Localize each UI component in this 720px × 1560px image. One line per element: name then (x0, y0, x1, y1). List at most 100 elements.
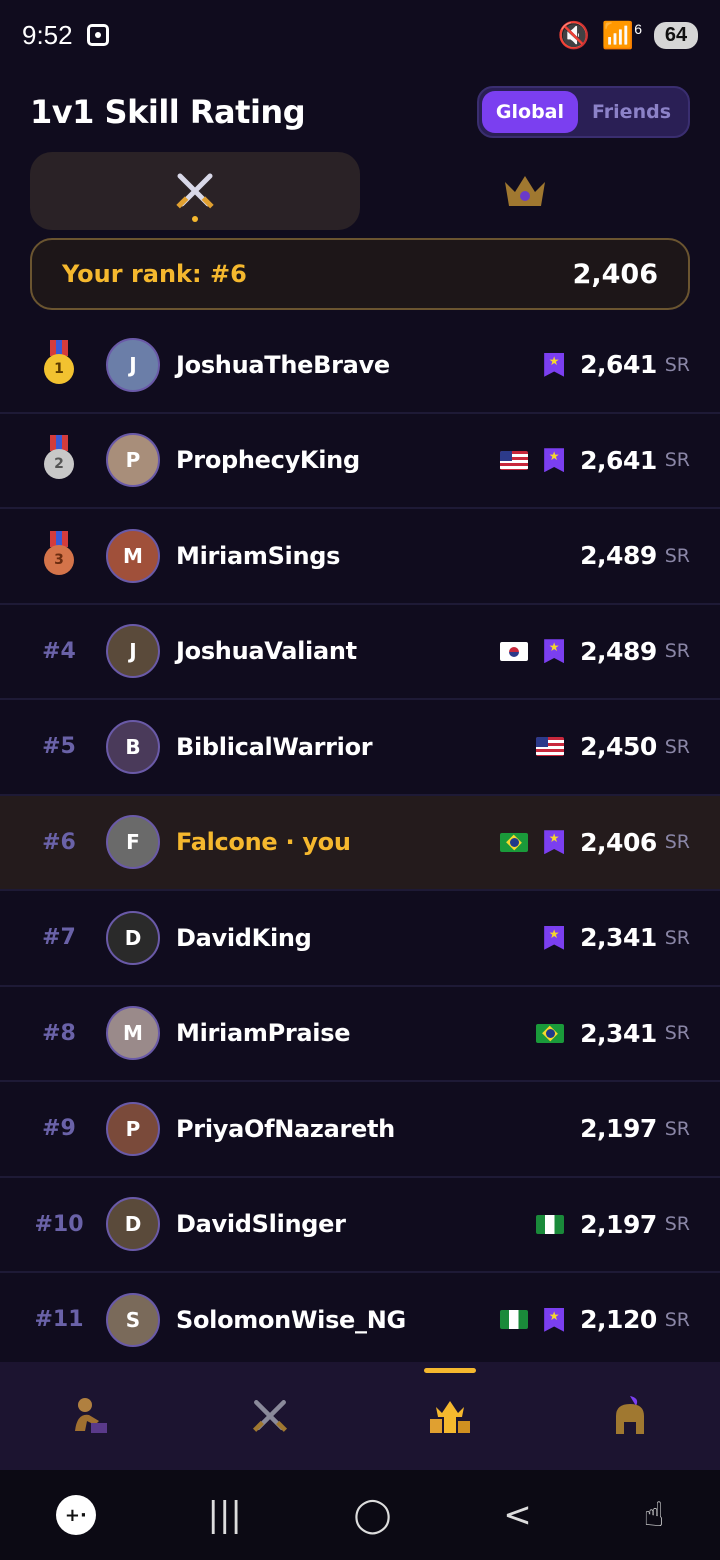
premium-badge-icon: ★ (544, 639, 565, 664)
touch-lock-icon[interactable]: ☝ (643, 1495, 664, 1535)
recents-button[interactable]: ||| (208, 1495, 242, 1535)
player-name: SolomonWise_NG (176, 1305, 406, 1334)
player-name: DavidKing (176, 923, 312, 952)
medal-number: 3 (44, 544, 74, 575)
flag-us-icon (500, 450, 529, 470)
avatar[interactable]: F (106, 815, 160, 870)
crown-trophy-icon (430, 1401, 470, 1433)
flag-ng-icon (500, 1310, 529, 1330)
avatar[interactable]: J (106, 624, 160, 679)
player-name: BiblicalWarrior (176, 732, 373, 761)
avatar[interactable]: M (106, 1006, 160, 1061)
rank-position: #4 (0, 639, 118, 664)
silver-medal-icon: 2 (44, 435, 74, 480)
status-icons: 🔇 📶 6 64 (557, 20, 698, 51)
avatar[interactable]: P (106, 433, 160, 488)
tab-1v1-battle[interactable] (30, 152, 360, 230)
row-stats: 2,341 SR (536, 1019, 690, 1048)
rank-position: 1 (0, 339, 118, 390)
mode-tabs (30, 152, 690, 230)
status-bar: 9:52 🔇 📶 6 64 (0, 0, 720, 70)
row-stats: 2,489 SR (580, 541, 690, 570)
score-unit: SR (664, 640, 690, 663)
nav-battle[interactable] (180, 1362, 360, 1470)
skill-rating-score: 2,641 (580, 445, 657, 475)
player-name: MiriamPraise (176, 1019, 351, 1048)
skill-rating-score: 2,197 (580, 1114, 657, 1144)
player-name: DavidSlinger (176, 1210, 346, 1239)
rank-position: #5 (0, 734, 118, 759)
avatar[interactable]: J (106, 337, 160, 392)
leaderboard-row[interactable]: #5 B BiblicalWarrior 2,450 SR (0, 700, 720, 796)
score-unit: SR (664, 1117, 690, 1140)
rank-position: #11 (0, 1307, 118, 1332)
score-unit: SR (664, 1022, 690, 1045)
row-stats: ★ 2,489 SR (500, 637, 690, 666)
player-name: MiriamSings (176, 541, 341, 570)
avatar[interactable]: D (106, 910, 160, 965)
leaderboard-row[interactable]: 3 M MiriamSings 2,489 SR (0, 509, 720, 605)
row-stats: ★ 2,341 SR (544, 923, 690, 952)
skill-rating-score: 2,489 (580, 541, 657, 571)
nav-profile[interactable] (540, 1362, 720, 1470)
home-button[interactable]: ◯ (354, 1495, 392, 1535)
leaderboard-row[interactable]: 2 P ProphecyKing ★ 2,641 SR (0, 414, 720, 509)
rank-number: #8 (42, 1020, 76, 1046)
tab-global[interactable]: Global (481, 91, 579, 133)
premium-badge-icon: ★ (544, 830, 565, 855)
rank-position: 2 (0, 435, 118, 485)
avatar[interactable]: S (106, 1292, 160, 1347)
reader-icon (75, 1398, 107, 1433)
active-indicator (424, 1368, 476, 1373)
premium-badge-icon: ★ (544, 448, 565, 473)
network-label: 6 (634, 21, 642, 37)
flag-br-icon (536, 1023, 565, 1043)
medal-number: 2 (44, 449, 74, 480)
rank-number: #5 (42, 734, 76, 760)
skill-rating-score: 2,641 (580, 350, 657, 380)
player-name: Falcone · you (176, 828, 351, 857)
row-stats: ★ 2,641 SR (500, 446, 690, 475)
rank-number: #6 (42, 829, 76, 855)
avatar[interactable]: P (106, 1101, 160, 1156)
score-unit: SR (664, 831, 690, 854)
back-button[interactable]: < (503, 1495, 532, 1535)
leaderboard-row[interactable]: #9 P PriyaOfNazareth 2,197 SR (0, 1082, 720, 1178)
your-rank-label: Your rank: #6 (62, 260, 247, 288)
game-launcher-icon[interactable]: +· (55, 1495, 96, 1535)
avatar[interactable]: M (106, 528, 160, 583)
skill-rating-score: 2,406 (580, 827, 657, 857)
gold-medal-icon: 1 (44, 339, 74, 384)
flag-us-icon (536, 737, 565, 757)
rank-number: #10 (34, 1211, 84, 1237)
system-nav-bar: +· ||| ◯ < ☝ (0, 1470, 720, 1560)
player-name: PriyaOfNazareth (176, 1114, 395, 1143)
row-stats: 2,450 SR (536, 732, 690, 761)
row-stats: ★ 2,641 SR (544, 350, 690, 379)
flag-br-icon (500, 832, 529, 852)
leaderboard-row-self[interactable]: #6 F Falcone · you ★ 2,406 SR (0, 795, 720, 891)
score-unit: SR (664, 735, 690, 758)
player-name: ProphecyKing (176, 446, 360, 475)
leaderboard-row[interactable]: #10 D DavidSlinger 2,197 SR (0, 1178, 720, 1273)
rank-position: #10 (0, 1212, 118, 1237)
leaderboard-row[interactable]: #8 M MiriamPraise 2,341 SR (0, 987, 720, 1082)
tab-tournament[interactable] (360, 152, 690, 230)
leaderboard-list: 1 J JoshuaTheBrave ★ 2,641 SR 2 P ProphecyKing ★ 2… (0, 318, 720, 1369)
avatar[interactable]: B (106, 719, 160, 774)
leaderboard-row[interactable]: 1 J JoshuaTheBrave ★ 2,641 SR (0, 318, 720, 414)
leaderboard-row[interactable]: #11 S SolomonWise_NG ★ 2,120 SR (0, 1273, 720, 1369)
header: 1v1 Skill Rating Global Friends (30, 84, 690, 140)
nav-study[interactable] (0, 1362, 180, 1470)
leaderboard-row[interactable]: #4 J JoshuaValiant ★ 2,489 SR (0, 605, 720, 700)
flag-kr-icon (500, 641, 529, 661)
battery-indicator: 64 (654, 21, 698, 49)
scope-toggle: Global Friends (476, 86, 690, 138)
rank-number: #11 (34, 1307, 84, 1333)
tab-friends[interactable]: Friends (578, 91, 685, 133)
leaderboard-row[interactable]: #7 D DavidKing ★ 2,341 SR (0, 891, 720, 987)
avatar[interactable]: D (106, 1197, 160, 1252)
crossed-swords-icon (176, 173, 214, 209)
skill-rating-score: 2,120 (580, 1305, 657, 1335)
nav-leaderboard[interactable] (360, 1362, 540, 1470)
